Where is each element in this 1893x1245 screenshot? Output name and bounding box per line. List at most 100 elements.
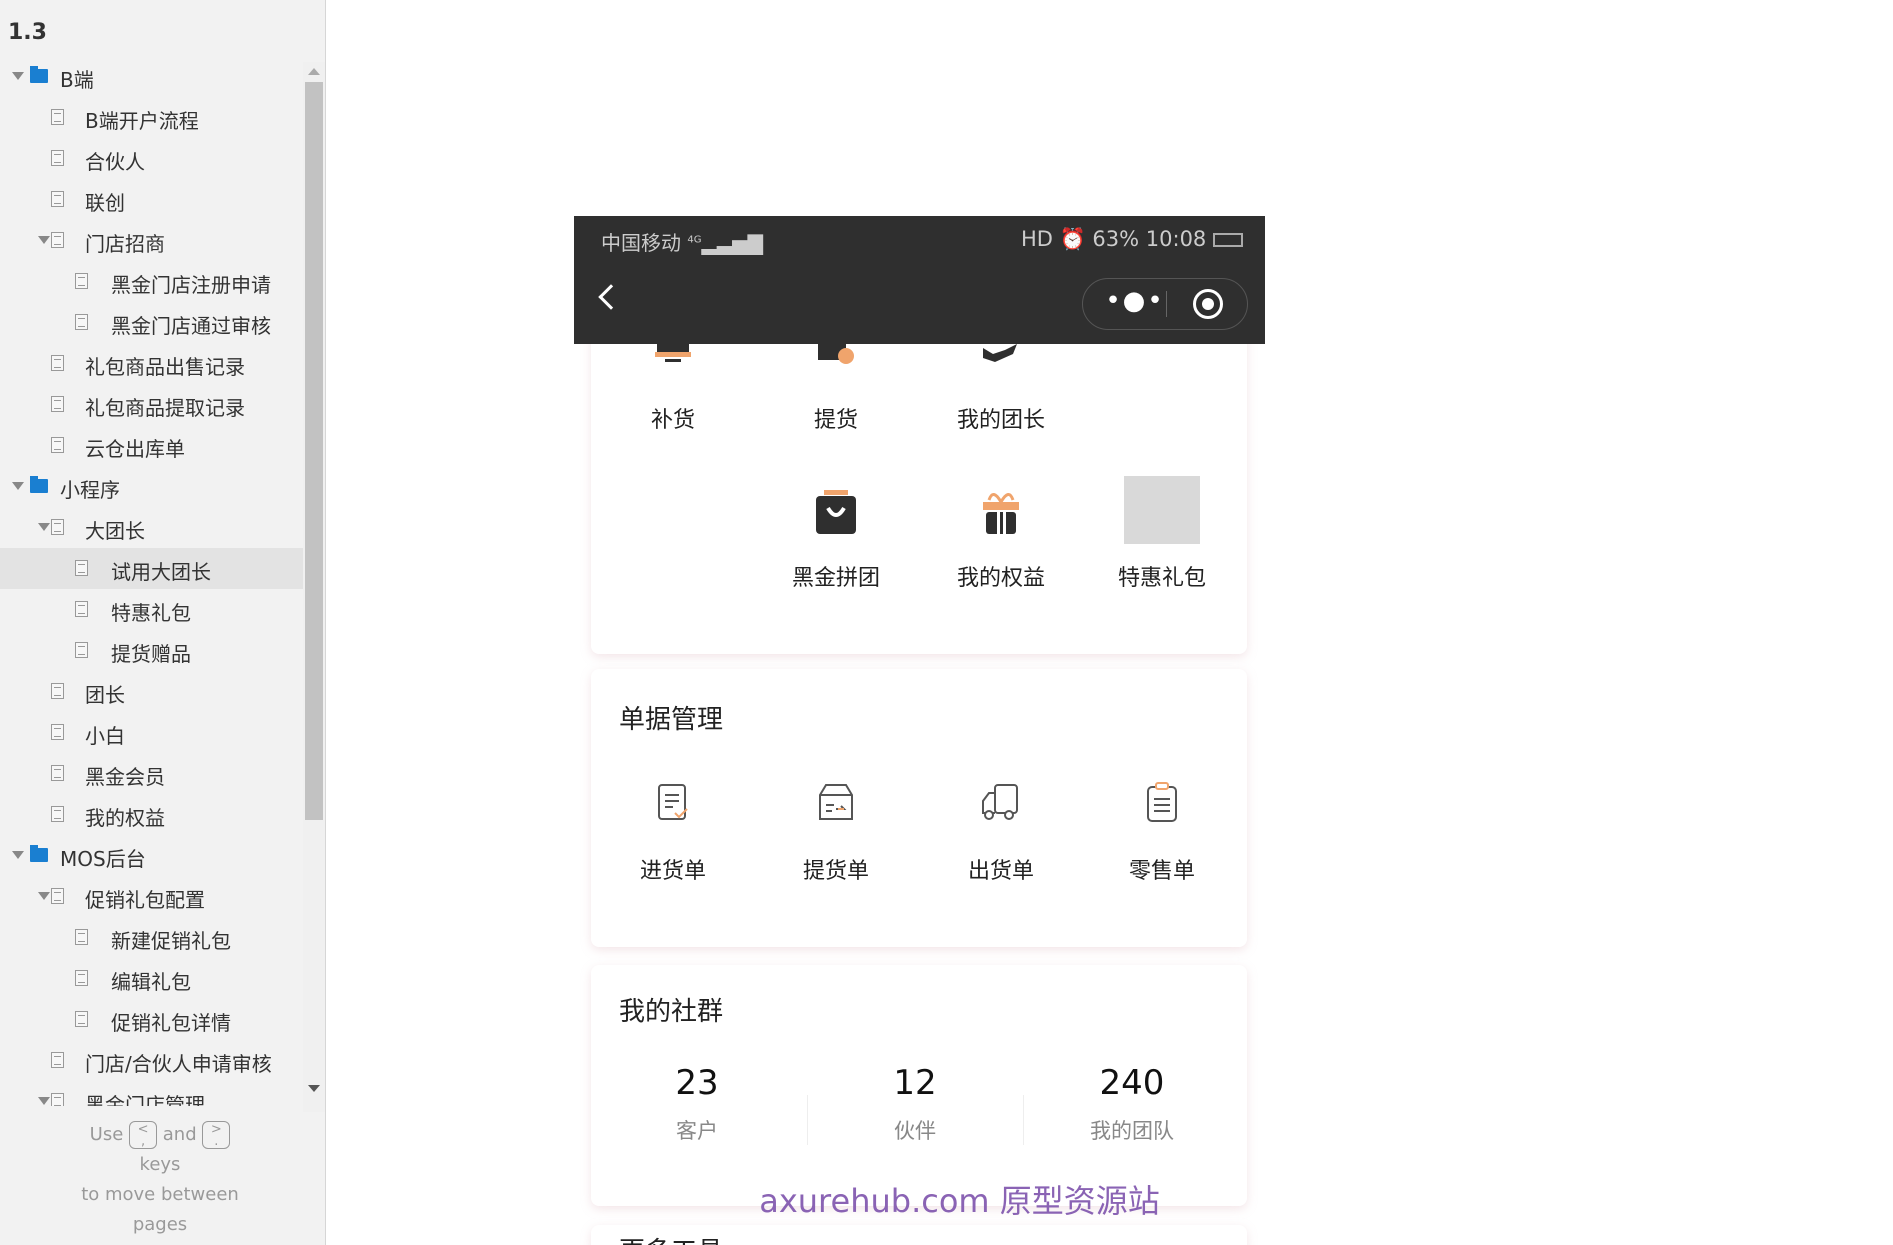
gift-icon bbox=[975, 486, 1027, 538]
order-item[interactable]: 出货单 bbox=[936, 779, 1066, 885]
page-icon bbox=[75, 642, 88, 658]
page-icon bbox=[51, 191, 64, 207]
page-icon bbox=[75, 1011, 88, 1027]
tree-item[interactable]: 团长 bbox=[0, 671, 303, 712]
page-icon bbox=[51, 683, 64, 699]
close-miniprogram-button[interactable] bbox=[1193, 289, 1223, 319]
tree-item-label: 大团长 bbox=[85, 519, 145, 543]
expand-arrow-icon[interactable] bbox=[38, 1097, 50, 1105]
tree-item[interactable]: 小程序 bbox=[0, 466, 303, 507]
community-stat[interactable]: 23 客户 bbox=[597, 1063, 797, 1145]
page-icon bbox=[51, 109, 64, 125]
page-tree: B端 B端开户流程合伙人联创门店招商黑金门店注册申请黑金门店通过审核 礼包商品出售记… bbox=[0, 56, 303, 1106]
tree-item[interactable]: 黑金门店注册申请 bbox=[0, 261, 303, 302]
page-icon bbox=[51, 724, 64, 740]
tree-item-label: 门店招商 bbox=[85, 232, 165, 256]
sitemap-sidebar: 1.3 B端 B端开户流程 合伙人 联创 门店招商 黑金门店注册申请 黑金门店通过审核 礼包商… bbox=[0, 0, 326, 1245]
tree-item[interactable]: 合伙人 bbox=[0, 138, 303, 179]
page-icon bbox=[51, 232, 64, 248]
page-icon bbox=[51, 355, 64, 371]
folder-icon bbox=[30, 476, 48, 493]
tree-item[interactable]: 编辑礼包 bbox=[0, 958, 303, 999]
expand-arrow-icon[interactable] bbox=[38, 892, 50, 900]
tree-item[interactable]: 联创 bbox=[0, 179, 303, 220]
grid-item[interactable]: 特惠礼包 bbox=[1097, 476, 1227, 592]
pickup-order-icon bbox=[810, 779, 862, 831]
tree-item[interactable]: B端 bbox=[0, 56, 303, 97]
page-icon bbox=[51, 1093, 64, 1106]
scrollbar-thumb[interactable] bbox=[305, 82, 323, 820]
expand-arrow-icon[interactable] bbox=[38, 523, 50, 531]
tree-item[interactable]: 我的权益 bbox=[0, 794, 303, 835]
tree-item-label: 云仓出库单 bbox=[85, 437, 185, 461]
truck-icon bbox=[975, 779, 1027, 831]
community-stat[interactable]: 240 我的团队 bbox=[1032, 1063, 1232, 1145]
page-icon bbox=[75, 601, 88, 617]
more-button[interactable]: •●• bbox=[1105, 279, 1165, 329]
orders-title: 单据管理 bbox=[619, 705, 724, 735]
tree-item[interactable]: 提货赠品 bbox=[0, 630, 303, 671]
expand-arrow-icon[interactable] bbox=[12, 851, 24, 859]
tree-item[interactable]: 促销礼包配置 bbox=[0, 876, 303, 917]
shopping-bag-icon bbox=[810, 486, 862, 538]
tree-item[interactable]: 特惠礼包 bbox=[0, 589, 303, 630]
scroll-up-arrow-icon[interactable] bbox=[308, 68, 320, 75]
tree-item[interactable]: 促销礼包详情 bbox=[0, 999, 303, 1040]
blank-icon bbox=[647, 486, 699, 538]
tree-item[interactable]: 云仓出库单 bbox=[0, 425, 303, 466]
tree-item-label: 联创 bbox=[85, 191, 125, 215]
hint-pages: pages bbox=[132, 1214, 188, 1235]
keyboard-hint: Use < , and > . keys to move between pag… bbox=[0, 1120, 320, 1240]
more-tools-title: 更多工具 bbox=[619, 1231, 723, 1245]
watermark: axurehub.com 原型资源站 bbox=[759, 1182, 1160, 1220]
grid-item[interactable]: 我的权益 bbox=[936, 486, 1066, 592]
tree-item-label: 促销礼包配置 bbox=[85, 888, 205, 912]
hint-keys: keys bbox=[139, 1154, 181, 1175]
network-label: 4G bbox=[687, 234, 702, 246]
stat-label: 我的团队 bbox=[1090, 1119, 1174, 1143]
tree-item[interactable]: 门店招商 bbox=[0, 220, 303, 261]
tree-item[interactable]: 黑金门店管理 bbox=[0, 1081, 303, 1106]
expand-arrow-icon[interactable] bbox=[38, 236, 50, 244]
page-icon bbox=[75, 929, 88, 945]
more-tools-card: 更多工具 bbox=[591, 1225, 1247, 1245]
scroll-down-arrow-icon[interactable] bbox=[308, 1085, 320, 1092]
tree-item-label: 特惠礼包 bbox=[111, 601, 191, 625]
grid-item[interactable]: 黑金拼团 bbox=[771, 486, 901, 592]
order-item[interactable]: 进货单 bbox=[608, 779, 738, 885]
back-button[interactable] bbox=[598, 284, 624, 310]
item-label: 提货 bbox=[813, 408, 858, 433]
hint-and: and bbox=[162, 1124, 197, 1145]
stat-value: 23 bbox=[675, 1063, 719, 1103]
expand-arrow-icon[interactable] bbox=[12, 72, 24, 80]
tree-item[interactable]: 大团长 bbox=[0, 507, 303, 548]
status-right-text: HD ⏰ 63% 10:08 bbox=[1020, 227, 1207, 251]
tree-item[interactable]: 新建促销礼包 bbox=[0, 917, 303, 958]
stat-label: 客户 bbox=[676, 1119, 718, 1143]
tree-item[interactable]: B端开户流程 bbox=[0, 97, 303, 138]
tree-item[interactable]: 黑金会员 bbox=[0, 753, 303, 794]
expand-arrow-icon[interactable] bbox=[12, 482, 24, 490]
grid-item[interactable] bbox=[608, 486, 738, 560]
tree-item-label: 黑金门店注册申请 bbox=[111, 273, 271, 297]
tree-item[interactable]: 礼包商品出售记录 bbox=[0, 343, 303, 384]
item-label: 进货单 bbox=[639, 859, 706, 884]
order-item[interactable]: 提货单 bbox=[771, 779, 901, 885]
community-stat[interactable]: 12 伙伴 bbox=[815, 1063, 1015, 1145]
tree-item[interactable]: 黑金门店通过审核 bbox=[0, 302, 303, 343]
tree-item[interactable]: 礼包商品提取记录 bbox=[0, 384, 303, 425]
tree-item[interactable]: MOS后台 bbox=[0, 835, 303, 876]
page-icon bbox=[51, 765, 64, 781]
tree-item-label: 门店/合伙人申请审核 bbox=[85, 1052, 272, 1076]
tree-item[interactable]: 试用大团长 bbox=[0, 548, 303, 589]
item-label: 提货单 bbox=[802, 859, 869, 884]
order-item[interactable]: 零售单 bbox=[1097, 779, 1227, 885]
tree-item-label: 黑金会员 bbox=[85, 765, 165, 789]
folder-icon bbox=[30, 66, 48, 83]
page-icon bbox=[51, 437, 64, 453]
tree-item[interactable]: 门店/合伙人申请审核 bbox=[0, 1040, 303, 1081]
page-icon bbox=[75, 273, 88, 289]
carrier-name: 中国移动 bbox=[601, 231, 681, 255]
tree-item-label: B端开户流程 bbox=[85, 109, 199, 133]
tree-item[interactable]: 小白 bbox=[0, 712, 303, 753]
